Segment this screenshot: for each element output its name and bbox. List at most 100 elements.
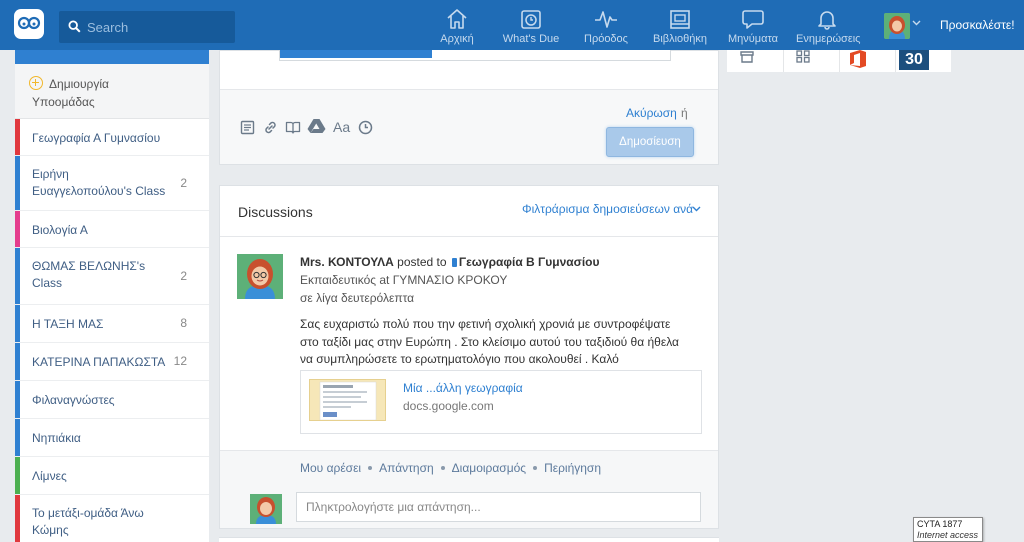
tooltip-line-2: Internet access xyxy=(917,530,979,540)
sidebar-group-item[interactable]: Η ΤΑΞΗ ΜΑΣ 8 xyxy=(15,305,209,343)
avatar-image xyxy=(237,254,283,299)
sidebar-group-item[interactable]: Ειρήνη Ευαγγελοπούλου's Class 2 xyxy=(15,156,209,211)
browse-link[interactable]: Περιήγηση xyxy=(544,461,601,475)
font-format-tool[interactable]: Aa xyxy=(333,119,350,135)
post-author-avatar[interactable] xyxy=(237,254,283,299)
sidebar-group-item[interactable]: Νηπιάκια xyxy=(15,419,209,457)
link-preview-title[interactable]: Μία ...άλλη γεωγραφία xyxy=(403,381,523,395)
share-link[interactable]: Διαμοιρασμός xyxy=(452,461,526,475)
nav-home[interactable]: Αρχική xyxy=(433,8,481,48)
alarm-clock-icon xyxy=(521,10,541,29)
sidebar-group-name: Γεωγραφία Α Γυμνασίου xyxy=(32,131,161,145)
group-color-bar xyxy=(15,156,20,210)
sidebar-group-name: ΘΩΜΑΣ ΒΕΛΩΝΗΣ's Class xyxy=(32,259,146,290)
group-color-bar xyxy=(15,211,20,247)
sidebar-group-count: 12 xyxy=(173,354,187,368)
app-logo[interactable] xyxy=(14,9,44,39)
sidebar-group-item[interactable]: Το μετάξι-ομάδα Άνω Κώμης xyxy=(15,495,209,542)
group-color-bar xyxy=(15,248,20,304)
top-bar: Αρχική What's Due Πρόοδος Βιβλιοθήκη Μην… xyxy=(0,0,1024,50)
note-icon[interactable] xyxy=(240,120,255,135)
post-group-link[interactable]: Γεωγραφία Β Γυμνασίου xyxy=(459,255,600,269)
group-color-chip xyxy=(451,258,457,267)
create-subgroup-button[interactable]: Δημιουργία Υποομάδας xyxy=(15,64,209,119)
group-color-bar xyxy=(15,343,20,380)
link-preview-thumbnail xyxy=(309,379,386,421)
nav-whats-due[interactable]: What's Due xyxy=(500,8,562,48)
sidebar-group-name: ΚΑΤΕΡΙΝΑ ΠΑΠΑΚΩΣΤΑ xyxy=(32,355,166,369)
like-link[interactable]: Μου αρέσει xyxy=(300,461,361,475)
group-color-bar xyxy=(15,495,20,542)
sidebar-group-name: Βιολογία Α xyxy=(32,223,88,237)
post-author-role: Εκπαιδευτικός at ΓΥΜΝΑΣΙΟ ΚΡΟΚΟΥ xyxy=(300,273,508,287)
library-icon xyxy=(670,10,690,29)
post-author[interactable]: Mrs. ΚΟΝΤΟΥΛΑ xyxy=(300,255,394,269)
sidebar-group-item[interactable]: ΘΩΜΑΣ ΒΕΛΩΝΗΣ's Class 2 xyxy=(15,248,209,305)
discussions-title: Discussions xyxy=(238,204,313,220)
divider xyxy=(895,50,896,72)
sidebar-group-name: Η ΤΑΞΗ ΜΑΣ xyxy=(32,317,104,331)
sidebar-group-count: 2 xyxy=(180,175,187,190)
divider xyxy=(839,50,840,72)
reply-input[interactable] xyxy=(296,492,701,522)
avatar-image xyxy=(884,13,910,39)
bell-icon xyxy=(818,11,836,30)
cancel-link[interactable]: Ακύρωση xyxy=(626,106,677,120)
composer-partial-button[interactable] xyxy=(280,50,432,58)
search-icon xyxy=(68,20,81,33)
sidebar-group-name: Νηπιάκια xyxy=(32,431,81,445)
sidebar-group-count: 2 xyxy=(180,268,187,283)
calendar-app[interactable]: 30 xyxy=(899,50,929,70)
nav-progress[interactable]: Πρόοδος xyxy=(580,8,632,48)
google-drive-icon[interactable] xyxy=(307,118,326,134)
sidebar-group-name: Ειρήνη Ευαγγελοπούλου's Class xyxy=(32,167,166,198)
sidebar-group-item[interactable]: Βιολογία Α xyxy=(15,211,209,248)
office-icon[interactable] xyxy=(848,50,868,68)
book-icon[interactable] xyxy=(285,120,301,135)
post-button[interactable]: Δημοσίευση xyxy=(606,127,694,157)
search-input[interactable] xyxy=(87,17,227,37)
reply-user-avatar xyxy=(250,494,282,524)
separator-dot xyxy=(440,466,445,470)
avatar-image xyxy=(250,494,282,524)
divider xyxy=(220,236,718,237)
group-color-bar xyxy=(15,419,20,456)
create-subgroup-label: Δημιουργία Υποομάδας xyxy=(32,77,109,109)
sidebar-group-item[interactable]: ΚΑΤΕΡΙΝΑ ΠΑΠΑΚΩΣΤΑ 12 xyxy=(15,343,209,381)
chevron-down-icon[interactable] xyxy=(692,206,701,212)
clock-icon[interactable] xyxy=(358,120,373,135)
apps-grid-icon[interactable] xyxy=(796,50,810,63)
chevron-down-icon[interactable] xyxy=(912,20,921,26)
nav-notifications-label: Ενημερώσεις xyxy=(796,33,861,45)
pulse-icon xyxy=(595,11,617,28)
separator-dot xyxy=(533,466,538,470)
nav-library[interactable]: Βιβλιοθήκη xyxy=(650,8,710,48)
link-icon[interactable] xyxy=(263,120,278,135)
document-thumbnail-image xyxy=(310,380,385,420)
post-composer: Aa Ακύρωση ή Δημοσίευση xyxy=(219,50,719,165)
filter-posts-dropdown[interactable]: Φιλτράρισμα δημοσιεύσεων ανά xyxy=(522,202,693,216)
or-label: ή xyxy=(681,106,688,120)
group-color-bar xyxy=(15,305,20,342)
sidebar-active-group-strip[interactable] xyxy=(15,50,209,64)
store-icon[interactable] xyxy=(740,51,754,63)
reply-link[interactable]: Απάντηση xyxy=(379,461,434,475)
user-avatar[interactable] xyxy=(884,13,910,39)
invite-link[interactable]: Προσκαλέστε! xyxy=(940,18,1015,32)
separator-dot xyxy=(368,466,373,470)
discussions-panel: Discussions Φιλτράρισμα δημοσιεύσεων ανά… xyxy=(219,185,719,529)
link-preview-card[interactable]: Μία ...άλλη γεωγραφία docs.google.com xyxy=(300,370,702,434)
nav-progress-label: Πρόοδος xyxy=(584,33,628,45)
nav-library-label: Βιβλιοθήκη xyxy=(652,33,708,45)
home-icon xyxy=(447,9,467,29)
sidebar-group-item[interactable]: Λίμνες xyxy=(15,457,209,495)
sidebar-group-item[interactable]: Φιλαναγνώστες xyxy=(15,381,209,419)
divider xyxy=(783,50,784,72)
nav-messages[interactable]: Μηνύματα xyxy=(726,8,780,48)
sidebar-group-item[interactable]: Γεωγραφία Α Γυμνασίου xyxy=(15,119,209,156)
next-post-edge xyxy=(219,537,719,542)
nav-messages-label: Μηνύματα xyxy=(727,33,779,45)
nav-notifications[interactable]: Ενημερώσεις xyxy=(796,8,861,48)
message-icon xyxy=(742,10,764,29)
group-color-bar xyxy=(15,119,20,155)
